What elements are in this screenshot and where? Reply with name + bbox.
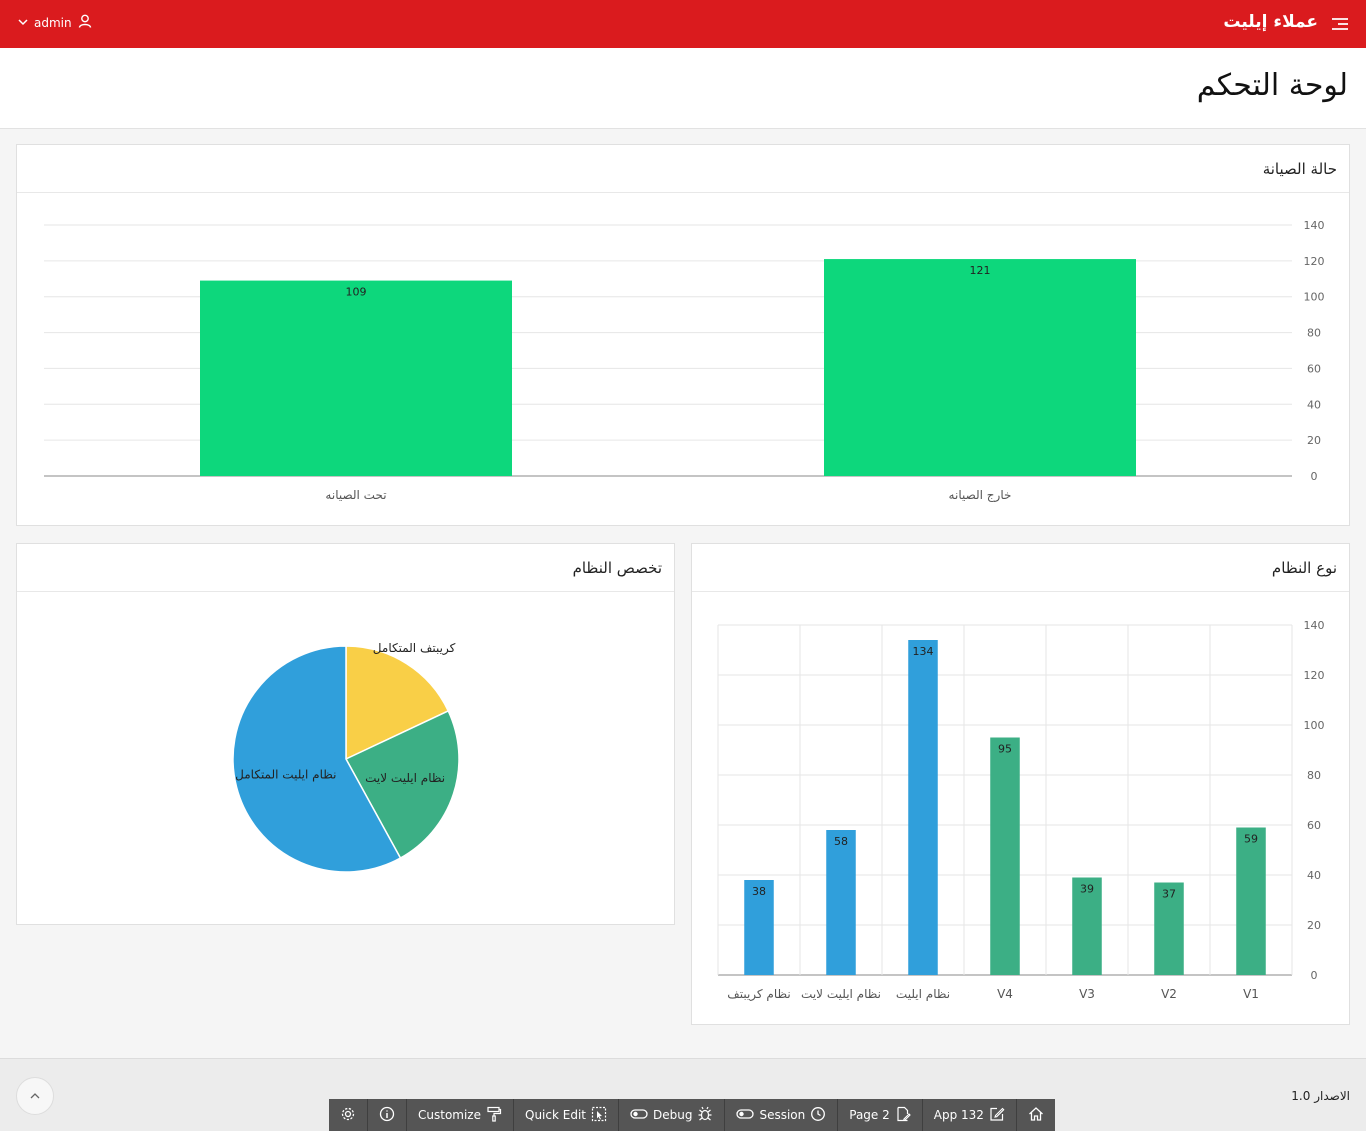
region-header: نوع النظام <box>692 544 1349 592</box>
dev-debug-button[interactable]: Debug <box>619 1099 726 1131</box>
edit-page-icon <box>895 1106 911 1125</box>
x-tick-label: خارج الصيانه <box>949 488 1012 503</box>
y-tick-label: 0 <box>1311 470 1318 483</box>
bar-value-label: 134 <box>913 645 934 658</box>
region-header: حالة الصيانة <box>17 145 1349 193</box>
y-tick-label: 20 <box>1307 434 1321 447</box>
bar-value-label: 121 <box>970 264 991 277</box>
page-title: لوحة التحكم <box>1196 68 1348 103</box>
bar-value-label: 95 <box>998 743 1012 756</box>
home-icon <box>1028 1106 1044 1125</box>
system-type-bar-chart: 0 20 40 60 80 100 120 140 59 V1 37 V2 39 V3 95 V4 134 نظا… <box>717 619 1325 1002</box>
region-title: تخصص النظام <box>572 559 662 577</box>
y-tick-label: 0 <box>1311 969 1318 982</box>
x-tick-label: نظام كريبتف <box>727 987 790 1002</box>
gear-icon <box>340 1106 356 1125</box>
app-label: App 132 <box>933 1108 984 1122</box>
x-tick-label: نظام ايليت <box>896 987 950 1001</box>
bar-value-label: 59 <box>1244 833 1258 846</box>
y-tick-label: 100 <box>1304 719 1325 732</box>
page-title-bar: لوحة التحكم <box>0 48 1366 129</box>
dev-app-button[interactable]: App 132 <box>923 1099 1017 1131</box>
y-tick-label: 140 <box>1304 619 1325 632</box>
paint-roller-icon <box>486 1106 502 1125</box>
y-tick-label: 100 <box>1304 291 1325 304</box>
app-version: الاصدار 1.0 <box>1291 1089 1350 1103</box>
x-tick-label: V3 <box>1079 987 1095 1001</box>
developer-toolbar: Customize Quick Edit Debug Session Page … <box>329 1099 1055 1131</box>
toggle-icon <box>630 1108 648 1123</box>
x-tick-label: V1 <box>1243 987 1259 1001</box>
dev-info-button[interactable] <box>368 1099 407 1131</box>
quick-edit-label: Quick Edit <box>525 1108 586 1122</box>
bar-value-label: 38 <box>752 885 766 898</box>
info-icon <box>379 1106 395 1125</box>
pie-slice-label: كريبتف المتكامل <box>373 641 456 656</box>
y-tick-label: 80 <box>1307 327 1321 340</box>
y-tick-label: 120 <box>1304 669 1325 682</box>
x-tick-label: تحت الصيانه <box>325 488 386 502</box>
dev-home-button[interactable] <box>1017 1099 1055 1131</box>
menu-toggle-icon[interactable] <box>1330 14 1350 34</box>
debug-label: Debug <box>652 1108 693 1122</box>
toggle-icon <box>736 1108 755 1123</box>
bar-value-label: 39 <box>1080 883 1094 896</box>
bar <box>824 259 1136 476</box>
session-label: Session <box>759 1108 806 1122</box>
page-label: Page 2 <box>849 1108 890 1122</box>
chevron-down-icon <box>18 16 28 30</box>
pie-slice-label: نظام ايليت المتكامل <box>235 767 336 781</box>
bar <box>908 640 938 975</box>
bar <box>826 830 856 975</box>
specialization-pie-chart: كريبتف المتكامل نظام ايليت لايت نظام ايليت… <box>232 641 460 873</box>
bar-value-label: 109 <box>346 286 367 299</box>
dev-quick-edit-button[interactable]: Quick Edit <box>514 1099 619 1131</box>
region-system-specialization: تخصص النظام كريبتف المتكامل نظام ايليت لا… <box>16 543 675 925</box>
user-name: admin <box>34 15 72 30</box>
bar-value-label: 37 <box>1162 888 1176 901</box>
region-title: حالة الصيانة <box>1262 160 1337 178</box>
region-system-type: نوع النظام 0 20 40 60 80 100 120 140 59 V1 37 V2 39 V… <box>691 543 1350 1025</box>
y-tick-label: 60 <box>1307 819 1321 832</box>
y-tick-label: 20 <box>1307 919 1321 932</box>
bar-value-label: 58 <box>834 835 848 848</box>
user-menu[interactable]: admin <box>18 14 92 31</box>
y-tick-label: 40 <box>1307 869 1321 882</box>
app-name[interactable]: عملاء إيليت <box>1223 12 1318 32</box>
y-tick-label: 120 <box>1304 255 1325 268</box>
dev-session-button[interactable]: Session <box>725 1099 839 1131</box>
x-tick-label: نظام ايليت لايت <box>801 987 881 1001</box>
user-icon <box>78 14 92 31</box>
bar <box>990 737 1020 975</box>
pie-slice-label: نظام ايليت لايت <box>365 771 445 785</box>
edit-icon <box>989 1106 1005 1125</box>
scroll-to-top-button[interactable] <box>16 1077 54 1115</box>
region-header: تخصص النظام <box>17 544 674 592</box>
y-tick-label: 40 <box>1307 398 1321 411</box>
bar <box>1236 827 1266 975</box>
history-icon <box>810 1106 826 1125</box>
dev-customize-button[interactable]: Customize <box>407 1099 514 1131</box>
x-tick-label: V4 <box>997 987 1013 1001</box>
x-tick-label: V2 <box>1161 987 1177 1001</box>
region-maintenance-status: حالة الصيانة 0 20 40 60 80 100 120 140 121 خارج ا… <box>16 144 1350 526</box>
customize-label: Customize <box>418 1108 481 1122</box>
bar <box>200 280 512 476</box>
cursor-select-icon <box>591 1106 607 1125</box>
bug-icon <box>697 1106 713 1125</box>
chevron-up-icon <box>29 1087 41 1106</box>
y-tick-label: 80 <box>1307 769 1321 782</box>
top-header: admin عملاء إيليت <box>0 0 1366 48</box>
dev-settings-button[interactable] <box>329 1099 368 1131</box>
y-tick-label: 60 <box>1307 362 1321 375</box>
maintenance-bar-chart: 0 20 40 60 80 100 120 140 121 خارج الصيانه 109 تحت … <box>44 219 1325 503</box>
y-tick-label: 140 <box>1304 219 1325 232</box>
region-title: نوع النظام <box>1271 559 1337 577</box>
dev-page-button[interactable]: Page 2 <box>838 1099 923 1131</box>
